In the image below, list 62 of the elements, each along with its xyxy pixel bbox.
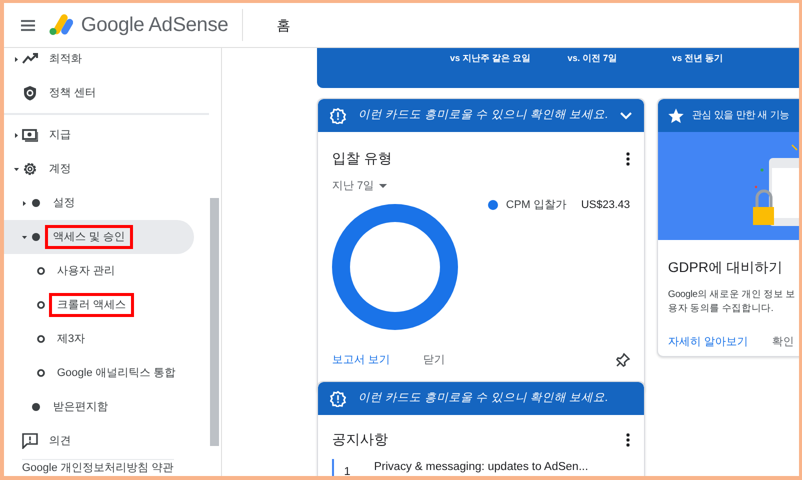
sidebar-item[interactable]: Google 애널리틱스 통합 xyxy=(4,356,194,390)
menu-icon[interactable] xyxy=(21,20,35,30)
circle-bullet-icon xyxy=(37,267,45,275)
alert-badge-icon xyxy=(330,108,346,124)
report-link[interactable]: 보고서 보기 xyxy=(332,352,390,368)
scrollbar[interactable] xyxy=(210,198,219,446)
sidebar-item[interactable]: 설정 xyxy=(4,186,194,220)
card-description: Google의 새로운 개인 정보 보 용자 동의를 수집합니다. xyxy=(668,288,796,316)
sidebar-item[interactable]: 의견 xyxy=(4,424,194,458)
sidebar-item[interactable]: 최적화 xyxy=(4,48,194,76)
confirm-button[interactable]: 확인 xyxy=(772,334,794,350)
notice-link[interactable]: Privacy & messaging: updates to AdSen... xyxy=(374,459,588,476)
comparison-label: vs 전년 동기 xyxy=(672,52,724,65)
banner-text: 관심 있을 만한 새 기능 xyxy=(692,109,790,123)
circle-bullet-icon xyxy=(37,335,45,343)
learn-more-link[interactable]: 자세히 알아보기 xyxy=(668,334,748,350)
banner-text: 이런 카드도 흥미로울 수 있으니 확인해 보세요. xyxy=(358,108,608,123)
sidebar-item[interactable]: 액세스 및 승인 xyxy=(4,220,194,254)
card-title: 입찰 유형 xyxy=(332,149,392,168)
sidebar-item[interactable]: 사용자 관리 xyxy=(4,254,194,288)
caret-down-icon xyxy=(379,184,388,188)
circle-bullet-icon xyxy=(37,369,45,377)
comparison-label: vs. 이전 7일 xyxy=(568,52,618,65)
caret-right-icon[interactable] xyxy=(22,200,27,206)
sidebar-item[interactable]: 크롤러 액세스 xyxy=(4,288,194,322)
sidebar-item[interactable]: 제3자 xyxy=(4,322,194,356)
comparison-label: vs 지난주 같은 요일 xyxy=(450,52,531,65)
bullet-icon xyxy=(32,199,40,207)
page-title: 홈 xyxy=(242,9,290,41)
star-icon xyxy=(668,108,684,124)
notice-number: 1 xyxy=(332,459,374,476)
card-title: GDPR에 대비하기 xyxy=(668,258,784,277)
banner-text: 이런 카드도 흥미로울 수 있으니 확인해 보세요. xyxy=(358,390,608,406)
more-options-icon[interactable] xyxy=(626,152,630,166)
legend-label: CPM 입찰가 xyxy=(506,198,566,212)
circle-bullet-icon xyxy=(37,301,45,309)
more-options-icon[interactable] xyxy=(626,432,630,446)
sidebar-item[interactable]: 받은편지함 xyxy=(4,390,194,424)
settings-icon xyxy=(22,161,38,177)
sidebar-item[interactable]: 계정 xyxy=(4,152,194,186)
sidebar-item[interactable]: 정책 센터 xyxy=(4,76,194,110)
adsense-logo-icon xyxy=(49,14,73,36)
dismiss-button[interactable]: 닫기 xyxy=(423,352,446,368)
caret-down-icon[interactable] xyxy=(22,234,27,240)
feedback-icon xyxy=(22,433,38,449)
bullet-icon xyxy=(32,233,40,241)
alert-badge-icon xyxy=(330,390,346,406)
logo-text: Google AdSense xyxy=(81,13,228,38)
period-dropdown[interactable]: 지난 7일 xyxy=(332,178,388,194)
chevron-down-icon[interactable] xyxy=(620,112,632,120)
sidebar-item[interactable]: 지급 xyxy=(4,118,194,152)
shield-icon xyxy=(22,85,38,101)
bullet-icon xyxy=(32,403,40,411)
footer-links: Google 개인정보처리방침 약관 xyxy=(22,458,174,476)
legend-dot xyxy=(488,200,498,210)
pin-icon[interactable] xyxy=(616,352,630,367)
money-icon xyxy=(22,127,38,143)
caret-right-icon[interactable] xyxy=(14,132,19,138)
caret-right-icon[interactable] xyxy=(14,56,19,62)
card-title: 공지사항 xyxy=(332,430,388,449)
legend-value: US$23.43 xyxy=(581,198,630,212)
caret-down-icon[interactable] xyxy=(14,166,19,172)
